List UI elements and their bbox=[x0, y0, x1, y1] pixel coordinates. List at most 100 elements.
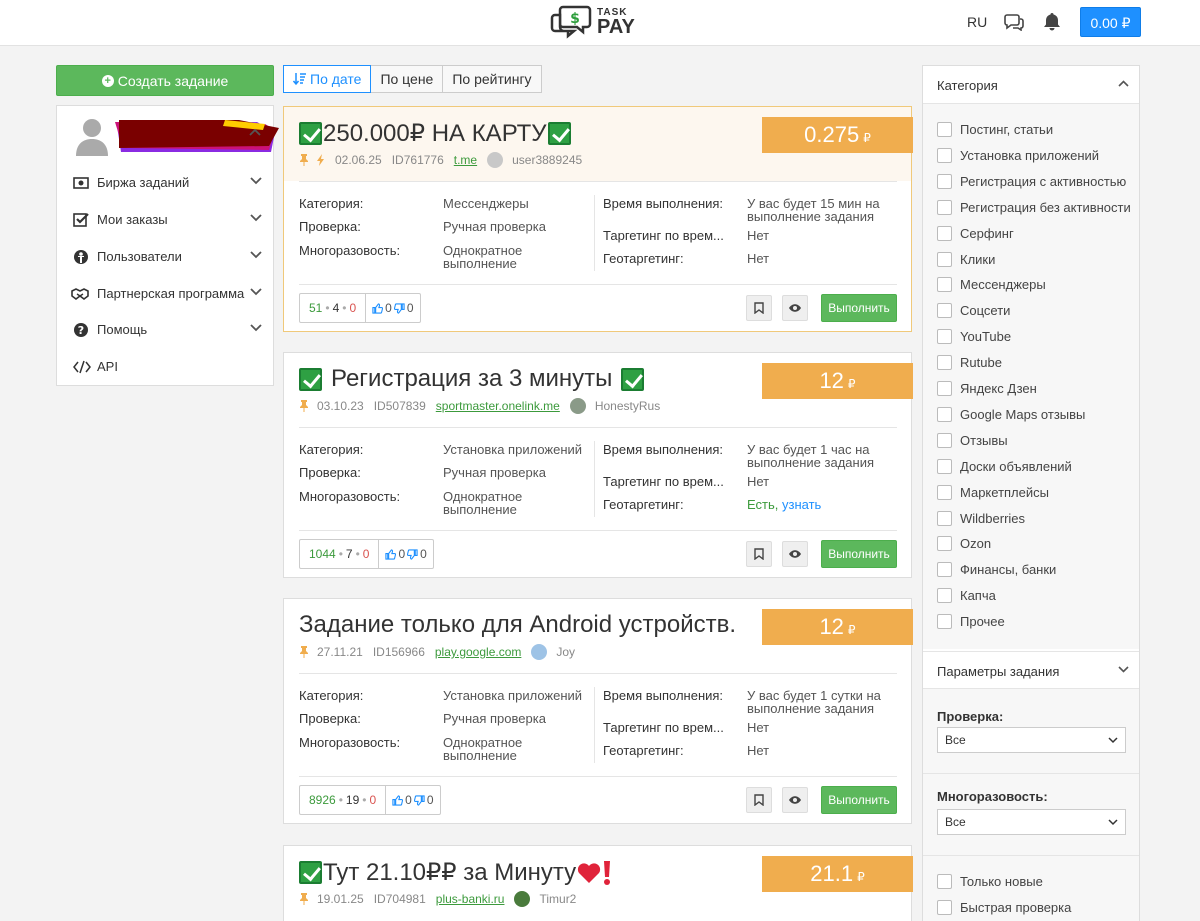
sidebar-item-partner[interactable]: Партнерская программа bbox=[57, 279, 273, 309]
filter-category-option[interactable]: Доски объявлений bbox=[937, 458, 1072, 474]
bell-icon[interactable] bbox=[1043, 12, 1061, 35]
filter-category-option[interactable]: Wildberries bbox=[937, 510, 1025, 526]
create-task-button[interactable]: + Создать задание bbox=[56, 65, 274, 96]
checkbox[interactable] bbox=[937, 900, 952, 915]
task-author[interactable]: HonestyRus bbox=[595, 399, 660, 413]
checkbox[interactable] bbox=[937, 199, 952, 215]
bookmark-button[interactable] bbox=[746, 295, 772, 321]
task-author[interactable]: Timur2 bbox=[539, 892, 576, 906]
task-card: Задание только для Android устройств. 27… bbox=[283, 598, 913, 824]
checkbox[interactable] bbox=[937, 355, 952, 371]
tab-sort-price[interactable]: По цене bbox=[370, 65, 444, 93]
sidebar-item-orders[interactable]: Мои заказы bbox=[57, 205, 273, 235]
filter-category-option[interactable]: Регистрация без активности bbox=[937, 199, 1131, 215]
checkbox[interactable] bbox=[937, 147, 952, 163]
chat-icon[interactable] bbox=[1004, 13, 1024, 34]
filter-category-option[interactable]: Ozon bbox=[937, 536, 991, 552]
task-title[interactable]: 250.000₽ НА КАРТУ bbox=[299, 119, 571, 148]
user-profile[interactable] bbox=[57, 106, 279, 166]
sidebar-item-api[interactable]: API bbox=[57, 352, 273, 382]
repeat-filter-label: Многоразовость: bbox=[937, 789, 1048, 804]
filter-fast-check[interactable]: Быстрая проверка bbox=[937, 900, 1071, 915]
task-title-text: Тут 21.10₽₽ за Минуту bbox=[323, 859, 577, 886]
checkbox[interactable] bbox=[937, 874, 952, 889]
preview-button[interactable] bbox=[782, 787, 808, 813]
checkbox[interactable] bbox=[937, 614, 952, 630]
checkbox[interactable] bbox=[937, 484, 952, 500]
geo-learn-link[interactable]: узнать bbox=[782, 497, 821, 512]
checkbox[interactable] bbox=[937, 251, 952, 267]
checkbox[interactable] bbox=[937, 173, 952, 189]
filter-option-label: Быстрая проверка bbox=[960, 900, 1072, 915]
preview-button[interactable] bbox=[782, 541, 808, 567]
checkbox[interactable] bbox=[937, 381, 952, 396]
filter-category-option[interactable]: Соцсети bbox=[937, 303, 1010, 319]
bookmark-button[interactable] bbox=[746, 541, 772, 567]
execute-button[interactable]: Выполнить bbox=[821, 294, 897, 322]
checkbox[interactable] bbox=[937, 510, 952, 526]
checkbox[interactable] bbox=[937, 588, 952, 604]
sort-icon bbox=[293, 73, 306, 86]
filter-category-option[interactable]: Прочее bbox=[937, 614, 1005, 630]
repeat-select[interactable]: Все bbox=[937, 809, 1126, 835]
checkbox[interactable] bbox=[937, 277, 952, 293]
task-author[interactable]: Joy bbox=[556, 645, 575, 659]
execute-button[interactable]: Выполнить bbox=[821, 786, 897, 814]
checkbox[interactable] bbox=[937, 432, 952, 448]
filter-category-option[interactable]: Google Maps отзывы bbox=[937, 406, 1085, 422]
task-site-link[interactable]: sportmaster.onelink.me bbox=[436, 399, 560, 413]
check-select[interactable]: Все bbox=[937, 727, 1126, 753]
filter-category-option[interactable]: Яндекс Дзен bbox=[937, 381, 1037, 396]
preview-button[interactable] bbox=[782, 295, 808, 321]
task-author[interactable]: user3889245 bbox=[512, 153, 582, 167]
checkbox[interactable] bbox=[937, 225, 952, 241]
task-card-header: Тут 21.10₽₽ за Минуту 19.01.25 ID704981 … bbox=[284, 846, 913, 920]
filter-category-option[interactable]: Маркетплейсы bbox=[937, 484, 1049, 500]
task-meta: 27.11.21 ID156966 play.google.com Joy bbox=[299, 644, 585, 660]
filter-category-option[interactable]: YouTube bbox=[937, 329, 1011, 345]
task-site-link[interactable]: play.google.com bbox=[435, 645, 522, 659]
task-title-text: 250.000₽ НА КАРТУ bbox=[323, 120, 547, 147]
filter-category-option[interactable]: Постинг, статьи bbox=[937, 122, 1053, 137]
tab-sort-date[interactable]: По дате bbox=[283, 65, 372, 93]
bookmark-button[interactable] bbox=[746, 787, 772, 813]
completion-stats: 51 • 4 • 0 bbox=[300, 294, 367, 322]
check-mark-icon bbox=[299, 122, 322, 145]
checkbox[interactable] bbox=[937, 122, 952, 137]
sidebar-item-exchange[interactable]: Биржа заданий bbox=[57, 168, 273, 198]
checkbox[interactable] bbox=[937, 329, 952, 345]
logo[interactable]: $ TASK PAY bbox=[549, 4, 635, 40]
filter-category-option[interactable]: Капча bbox=[937, 588, 996, 604]
task-site-link[interactable]: plus-banki.ru bbox=[436, 892, 505, 906]
geo-label: Геотаргетинг: bbox=[603, 251, 684, 266]
checkbox[interactable] bbox=[937, 536, 952, 552]
sidebar-item-users[interactable]: Пользователи bbox=[57, 242, 273, 272]
checkbox[interactable] bbox=[937, 562, 952, 578]
filter-category-option[interactable]: Мессенджеры bbox=[937, 277, 1046, 293]
check-filter-label: Проверка: bbox=[937, 709, 1004, 724]
filter-only-new[interactable]: Только новые bbox=[937, 874, 1043, 889]
checkbox[interactable] bbox=[937, 303, 952, 319]
targeting-time-value: Нет bbox=[747, 720, 770, 735]
checkbox[interactable] bbox=[937, 406, 952, 422]
tab-sort-rating[interactable]: По рейтингу bbox=[442, 65, 542, 93]
filter-category-header[interactable]: Категория bbox=[923, 66, 1139, 104]
balance-button[interactable]: 0.00 ₽ bbox=[1080, 7, 1141, 37]
checkbox[interactable] bbox=[937, 458, 952, 474]
filter-category-option[interactable]: Rutube bbox=[937, 355, 1002, 371]
filter-category-option[interactable]: Финансы, банки bbox=[937, 562, 1056, 578]
task-title[interactable]: Тут 21.10₽₽ за Минуту bbox=[299, 858, 612, 887]
filter-category-option[interactable]: Серфинг bbox=[937, 225, 1014, 241]
language-switch[interactable]: RU bbox=[967, 14, 987, 30]
filter-category-option[interactable]: Установка приложений bbox=[937, 147, 1099, 163]
task-title[interactable]: Регистрация за 3 минуты bbox=[299, 365, 645, 393]
filter-category-option[interactable]: Отзывы bbox=[937, 432, 1008, 448]
filter-params-header[interactable]: Параметры задания bbox=[923, 651, 1139, 689]
sidebar-item-help[interactable]: ? Помощь bbox=[57, 315, 273, 345]
filter-option-label: Rutube bbox=[960, 355, 1002, 371]
filter-category-option[interactable]: Клики bbox=[937, 251, 995, 267]
execute-button[interactable]: Выполнить bbox=[821, 540, 897, 568]
task-site-link[interactable]: t.me bbox=[454, 153, 477, 167]
filter-category-option[interactable]: Регистрация с активностью bbox=[937, 173, 1126, 189]
task-title[interactable]: Задание только для Android устройств. bbox=[299, 611, 736, 639]
